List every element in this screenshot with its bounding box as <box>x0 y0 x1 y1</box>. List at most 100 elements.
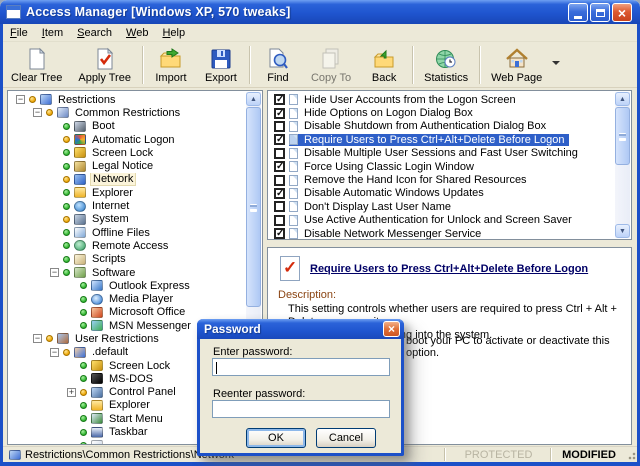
titlebar[interactable]: Access Manager [Windows XP, 570 tweaks] … <box>0 0 640 24</box>
web-page-dropdown-icon[interactable] <box>552 61 560 65</box>
home-icon <box>504 46 530 71</box>
checked-checkbox-icon[interactable]: ✓ <box>274 188 285 199</box>
scroll-up-icon[interactable]: ▲ <box>615 92 630 106</box>
close-button[interactable]: × <box>612 3 632 22</box>
green-status-dot <box>63 123 70 130</box>
back-button[interactable]: Back <box>359 43 409 87</box>
checkbox-list-item[interactable]: ✓Hide Options on Logon Dialog Box <box>268 106 615 119</box>
tree-minus-expander-icon[interactable]: − <box>33 334 42 343</box>
page-icon <box>91 440 103 445</box>
menu-file[interactable]: File <box>3 26 35 40</box>
enter-password-field[interactable] <box>212 358 390 376</box>
tree-item-automatic-logon[interactable]: Automatic Logon <box>8 133 246 146</box>
list-scrollbar[interactable]: ▲ ▼ <box>615 92 630 238</box>
tree-item-legal-notice[interactable]: Legal Notice <box>8 159 246 172</box>
tree-item-screen-lock[interactable]: Screen Lock <box>8 146 246 159</box>
password-dialog-titlebar[interactable]: Password × <box>197 319 404 339</box>
tree-item-media-player[interactable]: Media Player <box>8 292 246 305</box>
import-button[interactable]: Import <box>146 43 196 87</box>
tree-item-label: System <box>90 213 131 225</box>
checkbox-list-item[interactable]: ✓Disable Automatic Windows Updates <box>268 187 615 200</box>
dialog-close-button[interactable]: × <box>383 321 400 337</box>
yellow-status-dot <box>63 216 70 223</box>
copy-to-button[interactable]: Copy To <box>303 43 359 87</box>
tree-item-internet[interactable]: Internet <box>8 199 246 212</box>
unchecked-checkbox-icon[interactable] <box>274 215 285 226</box>
scroll-down-icon[interactable]: ▼ <box>615 224 630 238</box>
unchecked-checkbox-icon[interactable] <box>274 201 285 212</box>
tree-item-label: .default <box>90 346 130 358</box>
setting-title-link[interactable]: Require Users to Press Ctrl+Alt+Delete B… <box>310 263 588 275</box>
globe-clock-icon <box>433 46 459 71</box>
tree-scrollbar-thumb[interactable] <box>246 107 261 307</box>
green-status-dot <box>80 282 87 289</box>
yellow-status-dot <box>29 96 36 103</box>
tree-minus-expander-icon[interactable]: − <box>33 108 42 117</box>
yellow-status-dot <box>63 176 70 183</box>
checked-checkbox-icon[interactable]: ✓ <box>274 108 285 119</box>
reenter-password-field[interactable] <box>212 400 390 418</box>
checked-checkbox-icon[interactable]: ✓ <box>274 134 285 145</box>
find-button[interactable]: Find <box>253 43 303 87</box>
computer-icon <box>57 107 69 118</box>
checkbox-list-item[interactable]: ✓Require Users to Press Ctrl+Alt+Delete … <box>268 133 615 146</box>
tree-item-offline-files[interactable]: Offline Files <box>8 226 246 239</box>
checked-checkbox-icon[interactable]: ✓ <box>274 161 285 172</box>
offline-icon <box>74 227 86 238</box>
tree-item-boot[interactable]: Boot <box>8 120 246 133</box>
tree-item-remote-access[interactable]: Remote Access <box>8 239 246 252</box>
tree-minus-expander-icon[interactable]: − <box>50 348 59 357</box>
clear-tree-button[interactable]: Clear Tree <box>3 43 70 87</box>
menu-help[interactable]: Help <box>155 26 192 40</box>
tree-item-label: Internet <box>90 200 131 212</box>
yellow-status-dot <box>46 335 53 342</box>
tree-item-outlook-express[interactable]: Outlook Express <box>8 279 246 292</box>
blank-page-icon <box>24 46 50 71</box>
checkbox-list-item[interactable]: ✓Hide User Accounts from the Logon Scree… <box>268 93 615 106</box>
tree-item-label: MSN Messenger <box>107 320 193 332</box>
tree-plus-expander-icon[interactable]: + <box>67 388 76 397</box>
checked-checkbox-icon[interactable]: ✓ <box>274 228 285 239</box>
scroll-up-icon[interactable]: ▲ <box>246 92 261 106</box>
export-button[interactable]: Export <box>196 43 246 87</box>
checkbox-list-item[interactable]: ✓Disable Network Messenger Service <box>268 227 615 240</box>
menu-item[interactable]: Item <box>35 26 70 40</box>
maximize-button[interactable] <box>590 3 610 22</box>
scripts-icon <box>74 254 86 265</box>
checkbox-list-item[interactable]: Disable Shutdown from Authentication Dia… <box>268 120 615 133</box>
tree-item-scripts[interactable]: Scripts <box>8 253 246 266</box>
statistics-button[interactable]: Statistics <box>416 43 476 87</box>
checkbox-list-item[interactable]: Use Active Authentication for Unlock and… <box>268 214 615 227</box>
tree-item-restrictions[interactable]: −Restrictions <box>8 93 246 106</box>
checkbox-list-item[interactable]: Don't Display Last User Name <box>268 200 615 213</box>
toolbar-separator <box>479 46 480 84</box>
tree-item-common-restrictions[interactable]: −Common Restrictions <box>8 106 246 119</box>
menu-web[interactable]: Web <box>119 26 155 40</box>
unchecked-checkbox-icon[interactable] <box>274 148 285 159</box>
menu-search[interactable]: Search <box>70 26 119 40</box>
tree-item-explorer[interactable]: Explorer <box>8 186 246 199</box>
checkbox-list-item[interactable]: ✓Force Using Classic Login Window <box>268 160 615 173</box>
tree-item-system[interactable]: System <box>8 213 246 226</box>
resize-grip-icon[interactable] <box>626 450 636 460</box>
tree-item-software[interactable]: −Software <box>8 266 246 279</box>
cancel-button[interactable]: Cancel <box>316 428 376 448</box>
tree-minus-expander-icon[interactable]: − <box>50 268 59 277</box>
list-scrollbar-thumb[interactable] <box>615 107 630 165</box>
tree-item-network[interactable]: Network <box>8 173 246 186</box>
tree-minus-expander-icon[interactable]: − <box>16 95 25 104</box>
checkbox-list-item[interactable]: Remove the Hand Icon for Shared Resource… <box>268 173 615 186</box>
apply-tree-button[interactable]: Apply Tree <box>70 43 139 87</box>
list-item-label: Disable Shutdown from Authentication Dia… <box>302 120 548 132</box>
tree-item-microsoft-office[interactable]: Microsoft Office <box>8 306 246 319</box>
horizontal-panel-splitter[interactable] <box>267 240 632 247</box>
web-page-button[interactable]: Web Page <box>483 43 550 87</box>
unchecked-checkbox-icon[interactable] <box>274 121 285 132</box>
ok-button[interactable]: OK <box>246 428 306 448</box>
tree-item-label: Start Menu <box>107 413 165 425</box>
minimize-button[interactable] <box>568 3 588 22</box>
software-icon <box>74 267 86 278</box>
unchecked-checkbox-icon[interactable] <box>274 175 285 186</box>
checked-checkbox-icon[interactable]: ✓ <box>274 94 285 105</box>
checkbox-list-item[interactable]: Disable Multiple User Sessions and Fast … <box>268 147 615 160</box>
